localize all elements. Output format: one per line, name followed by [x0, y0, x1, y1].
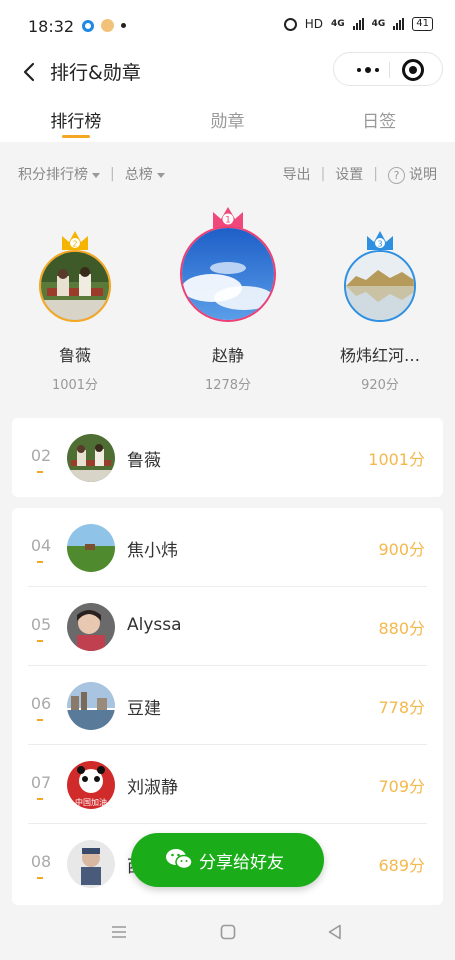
crown-rank-1: 1 [225, 216, 231, 226]
signal-2-label: 4G [371, 19, 386, 29]
rank-number: 04 [30, 536, 52, 563]
tab-daily-sign[interactable]: 日签 [303, 96, 455, 142]
crown-rank-3: 3 [377, 240, 382, 249]
list-item[interactable]: 07 中国加油 刘淑静 709分 [12, 745, 443, 824]
podium-third[interactable]: 3 杨炜红河… 920分 [325, 226, 435, 396]
avatar [39, 250, 111, 322]
list-item[interactable]: 05 Alyssa 880分 [12, 587, 443, 666]
row-score: 880分 [378, 619, 425, 638]
more-options-icon[interactable] [348, 61, 388, 79]
avatar [67, 603, 115, 651]
filter-bar: 积分排行榜 | 总榜 导出 | 设置 | ? 说明 [0, 156, 455, 192]
avatar-caption: 中国加油 [75, 797, 107, 807]
crown-rank-2: 2 [72, 240, 77, 249]
help-link[interactable]: ? 说明 [388, 164, 437, 184]
system-navigation-bar [0, 905, 455, 960]
notification-icons [82, 19, 126, 32]
tab-ranking[interactable]: 排行榜 [0, 96, 152, 142]
avatar: 中国加油 [67, 761, 115, 809]
avatar [344, 250, 416, 322]
rank-number: 05 [30, 615, 52, 642]
list-item[interactable]: 04 焦小炜 900分 [12, 508, 443, 587]
rank-number: 07 [30, 773, 52, 800]
signal-1-icon [352, 18, 364, 30]
podium-score: 1001分 [51, 378, 99, 393]
question-icon: ? [388, 167, 405, 184]
status-bar: 18:32 HD 4G 4G 41 [0, 0, 455, 52]
page-title: 排行&勋章 [50, 62, 141, 84]
my-rank-card: 02 鲁薇 1001分 [12, 418, 443, 497]
tab-bar: 排行榜 勋章 日签 [0, 96, 455, 142]
close-miniprogram-icon[interactable] [402, 59, 424, 81]
podium-name: 鲁薇 [58, 346, 91, 365]
list-item[interactable]: 06 豆建 778分 [12, 666, 443, 745]
battery-icon: 41 [412, 17, 433, 31]
share-label: 分享给好友 [199, 853, 284, 873]
help-label: 说明 [409, 167, 437, 183]
podium-name: 杨炜红河… [339, 346, 420, 365]
row-name: 焦小炜 [127, 541, 178, 561]
podium-second[interactable]: 2 鲁薇 1001分 [20, 226, 130, 396]
row-score: 900分 [378, 540, 425, 559]
back-triangle-icon[interactable] [326, 923, 344, 941]
row-name: Alyssa [127, 615, 182, 635]
avatar [67, 840, 115, 888]
scope-selector-label: 总榜 [124, 167, 153, 183]
tab-medals[interactable]: 勋章 [152, 96, 304, 142]
row-name: 刘淑静 [127, 778, 178, 798]
podium-score: 920分 [361, 378, 399, 393]
row-score: 689分 [378, 856, 425, 875]
rank-number: 08 [30, 852, 52, 879]
menu-icon[interactable] [110, 923, 128, 941]
back-arrow-icon[interactable] [18, 60, 42, 84]
podium-score: 1278分 [204, 378, 252, 393]
avatar [67, 434, 115, 482]
separator: | [320, 166, 326, 182]
signal-2-icon [393, 18, 405, 30]
board-selector-label: 积分排行榜 [18, 167, 88, 183]
chevron-down-icon [92, 172, 100, 178]
capsule-divider [389, 62, 390, 78]
rank-number: 06 [30, 694, 52, 721]
row-score: 709分 [378, 777, 425, 796]
status-time: 18:32 [28, 17, 75, 36]
list-item[interactable]: 02 鲁薇 1001分 [12, 418, 443, 497]
separator: | [373, 166, 378, 182]
row-name: 鲁薇 [127, 451, 161, 471]
hd-indicator: HD [304, 17, 323, 31]
face-notification-icon [101, 19, 114, 32]
avatar [67, 524, 115, 572]
rank-number: 02 [30, 446, 52, 473]
podium-first[interactable]: 1 赵静 1278分 [172, 202, 284, 396]
more-notifications-icon [121, 23, 126, 28]
alarm-icon [283, 17, 297, 31]
row-score: 778分 [378, 698, 425, 717]
avatar [180, 226, 276, 322]
export-link[interactable]: 导出 [283, 164, 311, 184]
nav-bar: 排行&勋章 [0, 52, 455, 96]
chevron-down-icon [156, 172, 165, 178]
app-notification-icon [82, 19, 94, 32]
share-to-friends-button[interactable]: 分享给好友 [131, 833, 324, 887]
row-score: 1001分 [368, 450, 425, 469]
mini-program-capsule [333, 52, 443, 86]
board-selector[interactable]: 积分排行榜 [18, 164, 100, 184]
avatar [67, 682, 115, 730]
wechat-icon [166, 849, 193, 870]
podium-name: 赵静 [211, 346, 244, 365]
scope-selector[interactable]: 总榜 [125, 164, 165, 184]
row-name: 豆建 [127, 699, 161, 719]
separator: | [110, 166, 115, 182]
signal-1-label: 4G [330, 19, 345, 29]
settings-link[interactable]: 设置 [335, 164, 363, 184]
status-right: HD 4G 4G 41 [283, 17, 433, 31]
home-icon[interactable] [219, 923, 237, 941]
